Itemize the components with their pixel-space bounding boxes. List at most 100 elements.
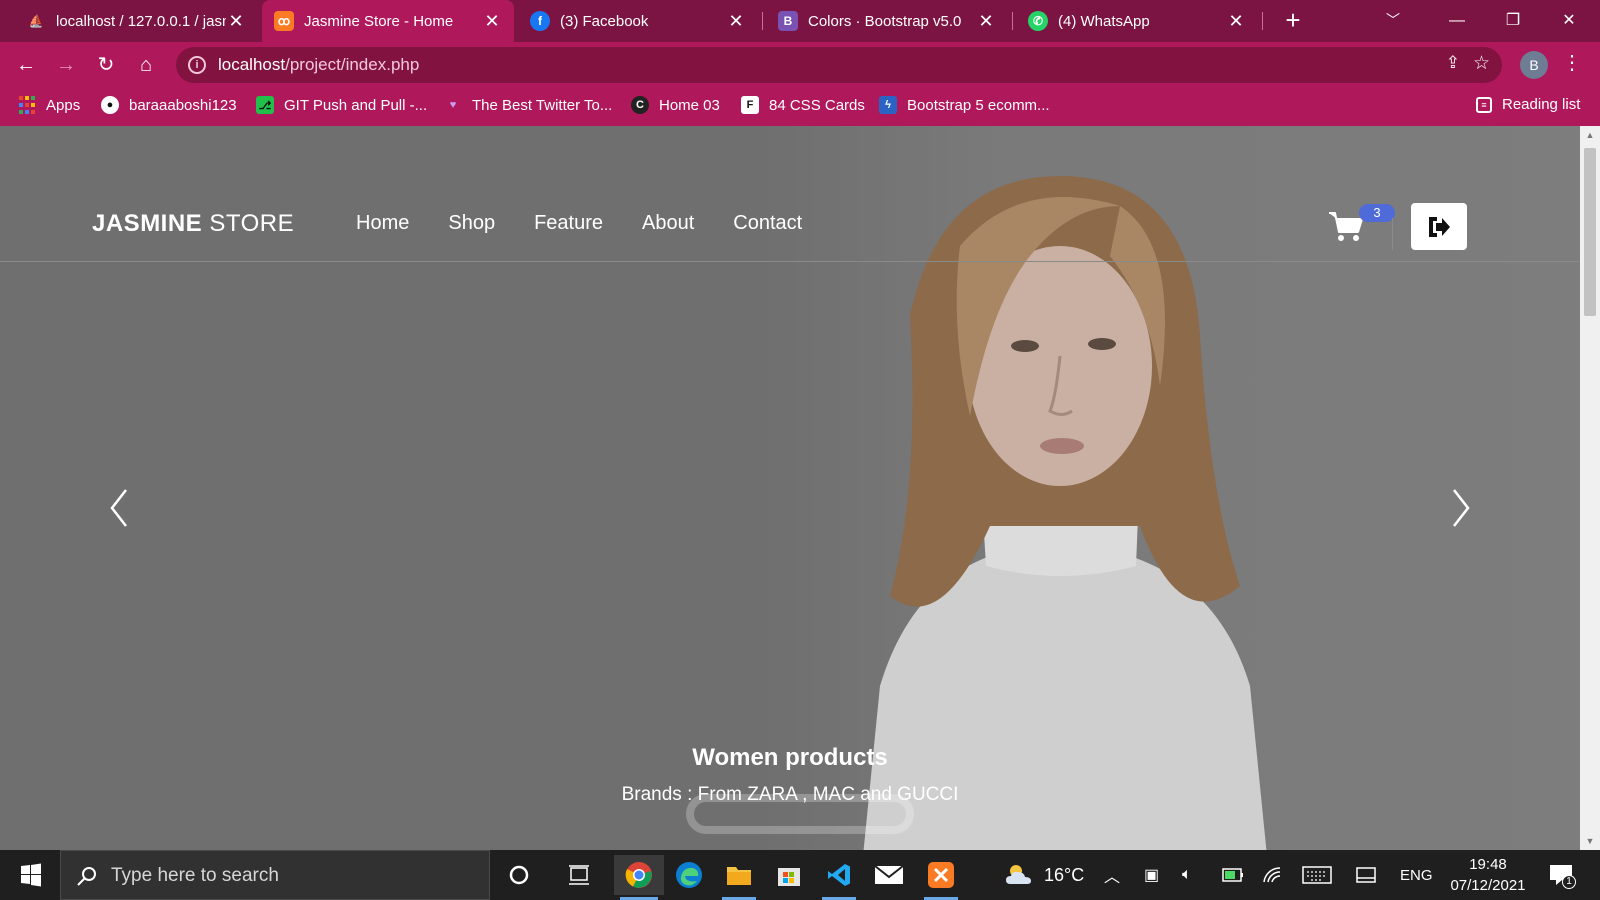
bookmark-twitter-tools[interactable]: ♥ The Best Twitter To...	[444, 96, 613, 114]
page-scrollbar[interactable]: ▲ ▼	[1580, 126, 1600, 850]
scroll-up-arrow-icon[interactable]: ▲	[1585, 130, 1595, 140]
profile-avatar[interactable]: B	[1520, 51, 1548, 79]
vscode-icon[interactable]	[816, 855, 862, 900]
nav-shop[interactable]: Shop	[448, 212, 495, 235]
logout-button[interactable]	[1411, 203, 1467, 250]
close-window-button[interactable]: ✕	[1546, 4, 1592, 38]
bookmark-label: Home 03	[659, 96, 720, 114]
brand-bold: JASMINE	[92, 210, 203, 237]
bookmark-bootstrap-ecomm[interactable]: ϟ Bootstrap 5 ecomm...	[879, 96, 1050, 114]
bookmark-apps[interactable]: Apps	[18, 96, 80, 114]
bookmarks-bar: Apps ● baraaaboshi123 ⎇ GIT Push and Pul…	[0, 88, 1600, 126]
carousel-prev-icon[interactable]	[104, 486, 134, 530]
tab-title: (4) WhatsApp	[1058, 12, 1150, 30]
url-text[interactable]: localhost/project/index.php	[218, 55, 419, 75]
restore-button[interactable]: ❐	[1490, 4, 1536, 38]
xampp-icon: ꝏ	[274, 11, 294, 31]
bookmark-github[interactable]: ● baraaaboshi123	[101, 96, 237, 114]
bookmark-label: GIT Push and Pull -...	[284, 96, 428, 114]
tab-whatsapp[interactable]: ✆ (4) WhatsApp ✕	[1016, 0, 1258, 42]
clock-time: 19:48	[1469, 856, 1507, 873]
github-icon: ●	[101, 96, 119, 114]
bookmark-label: The Best Twitter To...	[472, 96, 613, 114]
reading-list-label: Reading list	[1502, 96, 1581, 113]
site-nav-links: Home Shop Feature About Contact	[356, 212, 802, 235]
url-path: /project/index.php	[285, 55, 420, 74]
facebook-icon: f	[530, 11, 550, 31]
language-indicator[interactable]: ENG	[1400, 850, 1433, 900]
tab-search-chevron-icon[interactable]: ﹀	[1386, 10, 1400, 30]
reading-list-button[interactable]: ≡ Reading list	[1476, 96, 1580, 113]
nav-about[interactable]: About	[642, 212, 694, 235]
system-clock[interactable]: 19:48 07/12/2021	[1440, 854, 1536, 896]
search-icon	[77, 867, 96, 886]
search-placeholder: Type here to search	[111, 865, 279, 886]
share-icon[interactable]: ⇪	[1446, 53, 1460, 73]
whatsapp-icon: ✆	[1028, 11, 1048, 31]
home-button[interactable]: ⌂	[130, 50, 162, 80]
sign-out-icon	[1429, 217, 1450, 237]
phpmyadmin-icon: ⛵	[28, 14, 44, 28]
battery-icon[interactable]	[1222, 850, 1244, 900]
show-hidden-icons-chevron-icon[interactable]: ︿	[1104, 850, 1120, 900]
tab-facebook[interactable]: f (3) Facebook ✕	[518, 0, 758, 42]
tab-jasmine-store[interactable]: ꝏ Jasmine Store - Home ✕	[262, 0, 514, 42]
watermark-logo	[686, 794, 914, 834]
clock-date: 07/12/2021	[1450, 877, 1526, 894]
volume-icon[interactable]: 🔈︎	[1182, 850, 1192, 900]
browser-menu-icon[interactable]: ⋮	[1562, 50, 1582, 75]
close-icon[interactable]: ✕	[976, 11, 996, 32]
network-icon[interactable]	[1262, 850, 1284, 900]
windows-taskbar: Type here to search 16°C ︿ ▣ 🔈︎ ENG 19:4…	[0, 850, 1600, 900]
minimize-button[interactable]: —	[1434, 4, 1480, 38]
url-host: localhost	[218, 55, 286, 74]
weather-widget[interactable]: 16°C	[1004, 850, 1084, 900]
xampp-taskbar-icon[interactable]	[918, 855, 964, 900]
meet-now-icon[interactable]: ▣	[1144, 850, 1159, 900]
windows-start-icon[interactable]	[10, 862, 52, 888]
carousel-next-icon[interactable]	[1446, 486, 1476, 530]
bookmark-star-icon[interactable]: ☆	[1473, 52, 1490, 75]
cortana-icon[interactable]	[496, 855, 542, 895]
file-explorer-icon[interactable]	[716, 855, 762, 900]
site-logo[interactable]: JASMINE STORE	[92, 210, 294, 238]
tablet-mode-icon[interactable]	[1356, 850, 1376, 900]
close-icon[interactable]: ✕	[726, 11, 746, 32]
site-info-icon[interactable]: i	[188, 56, 206, 74]
action-center-icon[interactable]: 1	[1548, 862, 1576, 889]
close-icon[interactable]: ✕	[226, 11, 246, 32]
weather-cloud-icon	[1006, 865, 1031, 884]
cart-count-badge: 3	[1359, 204, 1395, 222]
microsoft-store-icon[interactable]	[766, 855, 812, 895]
close-icon[interactable]: ✕	[1226, 11, 1246, 32]
close-icon[interactable]: ✕	[482, 11, 502, 32]
bookmark-label: baraaaboshi123	[129, 96, 237, 114]
brand-light: STORE	[202, 210, 295, 237]
tab-phpmyadmin[interactable]: ⛵ localhost / 127.0.0.1 / jasmine ✕	[14, 0, 258, 42]
nav-contact[interactable]: Contact	[733, 212, 802, 235]
nav-feature[interactable]: Feature	[534, 212, 603, 235]
address-bar[interactable]: i localhost/project/index.php ⇪ ☆	[176, 47, 1502, 83]
tab-separator	[762, 12, 763, 30]
task-view-icon[interactable]	[556, 855, 602, 895]
bookmark-git-push-pull[interactable]: ⎇ GIT Push and Pull -...	[256, 96, 427, 114]
nav-home[interactable]: Home	[356, 212, 409, 235]
forward-button[interactable]: →	[50, 50, 82, 80]
bootstrap-icon: B	[778, 11, 798, 31]
bootstrap-ecomm-icon: ϟ	[879, 96, 897, 114]
back-button[interactable]: ←	[10, 50, 42, 80]
keyboard-icon[interactable]	[1302, 850, 1332, 900]
mail-icon[interactable]	[866, 855, 912, 895]
tab-bootstrap-colors[interactable]: B Colors · Bootstrap v5.0 ✕	[766, 0, 1008, 42]
reload-button[interactable]: ↻	[90, 50, 122, 80]
chrome-taskbar-icon[interactable]	[614, 855, 664, 900]
taskbar-search-box[interactable]: Type here to search	[60, 850, 490, 900]
hero-title: Women products	[692, 744, 888, 771]
edge-taskbar-icon[interactable]	[666, 855, 712, 895]
bookmark-home-03[interactable]: C Home 03	[631, 96, 720, 114]
bookmark-css-cards[interactable]: F 84 CSS Cards	[741, 96, 865, 114]
scroll-thumb[interactable]	[1584, 148, 1596, 316]
new-tab-button[interactable]: +	[1278, 6, 1308, 36]
bookmark-label: Apps	[46, 96, 81, 114]
scroll-down-arrow-icon[interactable]: ▼	[1585, 836, 1595, 846]
